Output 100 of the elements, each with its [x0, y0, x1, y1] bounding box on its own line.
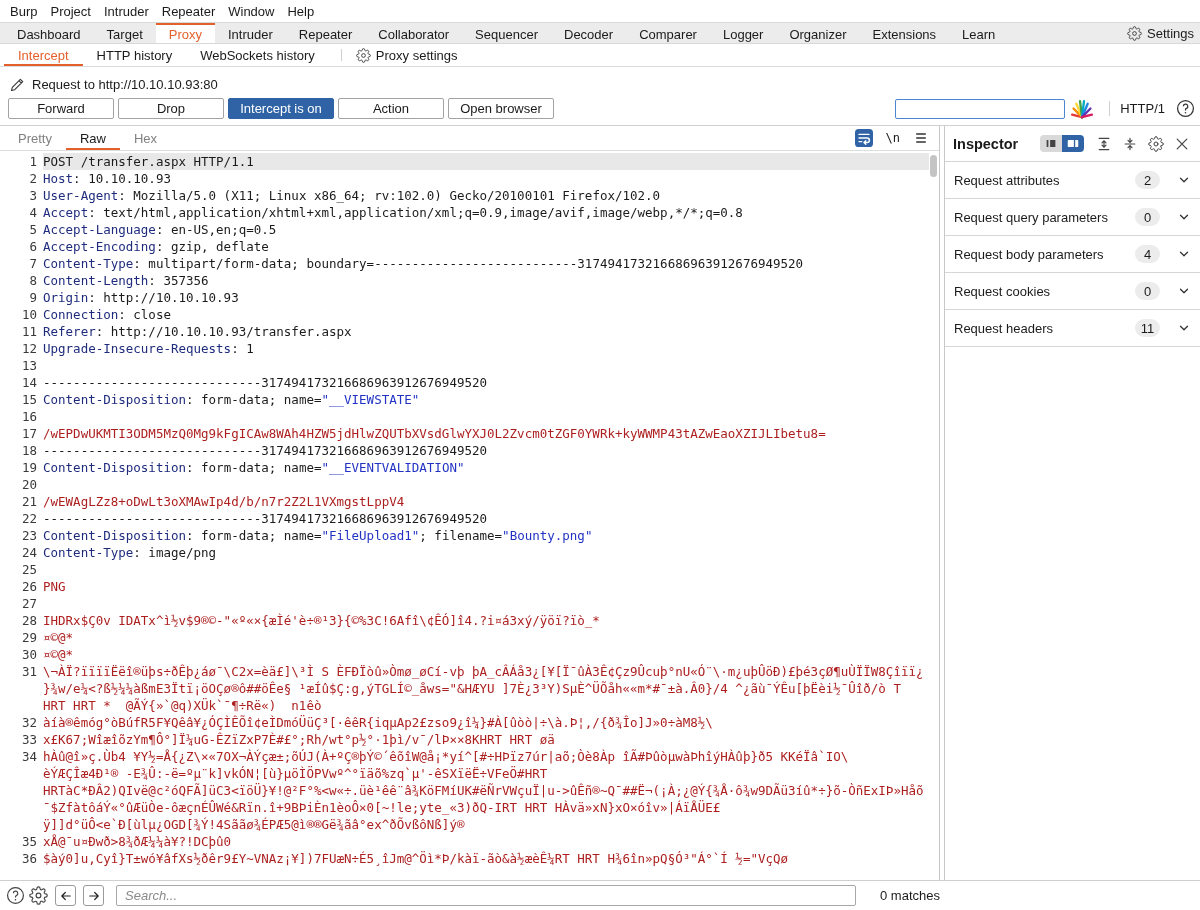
- settings-button[interactable]: Settings: [1121, 23, 1200, 43]
- code-line: xÅ@¯u¤Ðwð>8¾ðÆ¼¼à¥?!DCþû0: [43, 833, 233, 850]
- collapse-all-icon[interactable]: [1122, 135, 1138, 152]
- tool-tab[interactable]: Dashboard: [4, 23, 94, 43]
- line-number: 33: [20, 731, 38, 748]
- code-line: /wEPDwUKMTI3ODM5MzQ0Mg9kFgICAw8WAh4HZW5jdHlwZQUTbXVsdGlwYXJ0L2Zvcm0tZGF0YWRk+kyWWMP43tAZwEaoXZIJLIbetu8=: [43, 425, 827, 442]
- line-number: 19: [20, 459, 38, 476]
- tool-tab[interactable]: Repeater: [285, 23, 366, 43]
- line-number: 10: [20, 306, 38, 323]
- section-label[interactable]: Request cookies: [954, 283, 1135, 299]
- code-line: Accept: text/html,application/xhtml+xml,application/xml;q=0.9,image/avif,image/webp,*/*;q=0.8: [43, 204, 744, 221]
- expand-all-icon[interactable]: [1096, 135, 1112, 152]
- scrollbar-thumb[interactable]: [930, 155, 937, 177]
- settings-icon: [355, 47, 371, 63]
- section-label[interactable]: Request body parameters: [954, 246, 1135, 262]
- tool-tab[interactable]: Decoder: [551, 23, 627, 43]
- tool-tab[interactable]: Intruder: [215, 23, 286, 43]
- line-number: 17: [20, 425, 38, 442]
- line-number: 28: [20, 612, 38, 629]
- line-number: 16: [20, 408, 38, 425]
- search-field[interactable]: Search...: [116, 885, 856, 906]
- menu-item[interactable]: Project: [50, 3, 91, 19]
- sub-tab[interactable]: WebSockets history: [186, 44, 329, 66]
- tool-tab[interactable]: Extensions: [859, 23, 950, 43]
- code-line: /wEWAgLZz8+oDwLt3oXMAwIp4d/b/n7r2Z2L1VXmgstLppV4: [43, 493, 406, 510]
- line-number: 12: [20, 340, 38, 357]
- line-number: 6: [28, 238, 38, 255]
- menu-item[interactable]: Burp: [10, 3, 38, 19]
- view-tab[interactable]: Hex: [120, 126, 172, 150]
- code-line: Content-Type: multipart/form-data; boundary=---------------------------317494173216686963912676949520: [43, 255, 805, 272]
- line-number: 1: [28, 153, 38, 170]
- tool-tab[interactable]: Target: [93, 23, 156, 43]
- code-line: PNG: [43, 578, 67, 595]
- sub-tab[interactable]: HTTP history: [82, 44, 187, 66]
- line-number: 9: [28, 289, 38, 306]
- line-number: 22: [20, 510, 38, 527]
- toolbar-button[interactable]: Intercept is on: [228, 98, 334, 119]
- inspector-title: Inspector: [953, 135, 1020, 152]
- help-icon[interactable]: [1176, 99, 1195, 118]
- line-number: 4: [28, 204, 38, 221]
- line-number: 2: [28, 170, 38, 187]
- code-line: ¤©@*: [43, 629, 75, 646]
- toolbar-button[interactable]: Open browser: [448, 98, 554, 119]
- line-number: 8: [28, 272, 38, 289]
- code-line: Upgrade-Insecure-Requests: 1: [43, 340, 255, 357]
- layout-option[interactable]: [1040, 135, 1062, 152]
- line-number: 5: [28, 221, 38, 238]
- tool-tab[interactable]: Collaborator: [365, 23, 463, 43]
- line-number: 27: [20, 595, 38, 612]
- line-number: 14: [20, 374, 38, 391]
- count-badge: 0: [1135, 282, 1160, 300]
- code-line: IHDRx$Ç0v IDATx^ì½v$9®©-"«º«×{æÌé'è÷®¹3}{©%3C!6Afî\¢ÊÓ]î4.?i¤á3xý/ÿöï?ïò_*: [43, 612, 601, 629]
- sub-tab[interactable]: Intercept: [4, 44, 83, 66]
- line-number: 24: [20, 544, 38, 561]
- line-number: 35: [20, 833, 38, 850]
- tool-tab[interactable]: Comparer: [626, 23, 710, 43]
- count-badge: 11: [1135, 319, 1160, 337]
- toolbar-button[interactable]: Drop: [118, 98, 224, 119]
- view-tab[interactable]: Raw: [65, 126, 120, 150]
- line-number: 32: [20, 714, 38, 731]
- section-label[interactable]: Request headers: [954, 320, 1135, 336]
- menu-icon[interactable]: [913, 130, 929, 146]
- toolbar-button[interactable]: Forward: [8, 98, 114, 119]
- wrap-lines-icon[interactable]: [854, 129, 873, 147]
- line-number: 15: [20, 391, 38, 408]
- menu-item[interactable]: Intruder: [103, 3, 149, 19]
- section-label[interactable]: Request query parameters: [954, 209, 1135, 225]
- line-number: 18: [20, 442, 38, 459]
- back-button[interactable]: [55, 885, 76, 906]
- tool-tab[interactable]: Sequencer: [462, 23, 551, 43]
- tool-tab[interactable]: Logger: [709, 23, 777, 43]
- code-line: Host: 10.10.10.93: [43, 170, 172, 187]
- settings-icon: [1127, 25, 1142, 41]
- line-number: 31: [20, 663, 38, 680]
- code-line: Content-Type: image/png: [43, 544, 218, 561]
- line-number: 7: [28, 255, 38, 272]
- newline-toggle[interactable]: \n: [882, 130, 903, 146]
- forward-button[interactable]: [83, 885, 104, 906]
- settings-icon[interactable]: [29, 886, 48, 905]
- tool-tab[interactable]: Learn: [949, 23, 1009, 43]
- line-number: 23: [20, 527, 38, 544]
- help-icon[interactable]: [6, 886, 25, 905]
- tool-tab[interactable]: Organizer: [776, 23, 860, 43]
- line-number: 26: [20, 578, 38, 595]
- fan-icon[interactable]: [1071, 98, 1094, 119]
- settings-link-button[interactable]: Proxy settings: [351, 44, 462, 66]
- menu-item[interactable]: Repeater: [161, 3, 216, 19]
- search-field[interactable]: [895, 98, 1066, 119]
- code-line: Accept-Encoding: gzip, deflate: [43, 238, 270, 255]
- menu-item[interactable]: Window: [228, 3, 275, 19]
- request-target: Request to http://10.10.10.93:80: [32, 76, 218, 92]
- layout-option[interactable]: [1062, 135, 1084, 152]
- tool-tab[interactable]: Proxy: [155, 23, 215, 43]
- menu-item[interactable]: Help: [287, 3, 315, 19]
- toolbar-button[interactable]: Action: [338, 98, 444, 119]
- http-version-label[interactable]: HTTP/1: [1109, 101, 1165, 116]
- section-label[interactable]: Request attributes: [954, 172, 1135, 188]
- view-tab[interactable]: Pretty: [4, 126, 66, 150]
- settings-icon[interactable]: [1148, 135, 1164, 152]
- code-line: Content-Length: 357356: [43, 272, 210, 289]
